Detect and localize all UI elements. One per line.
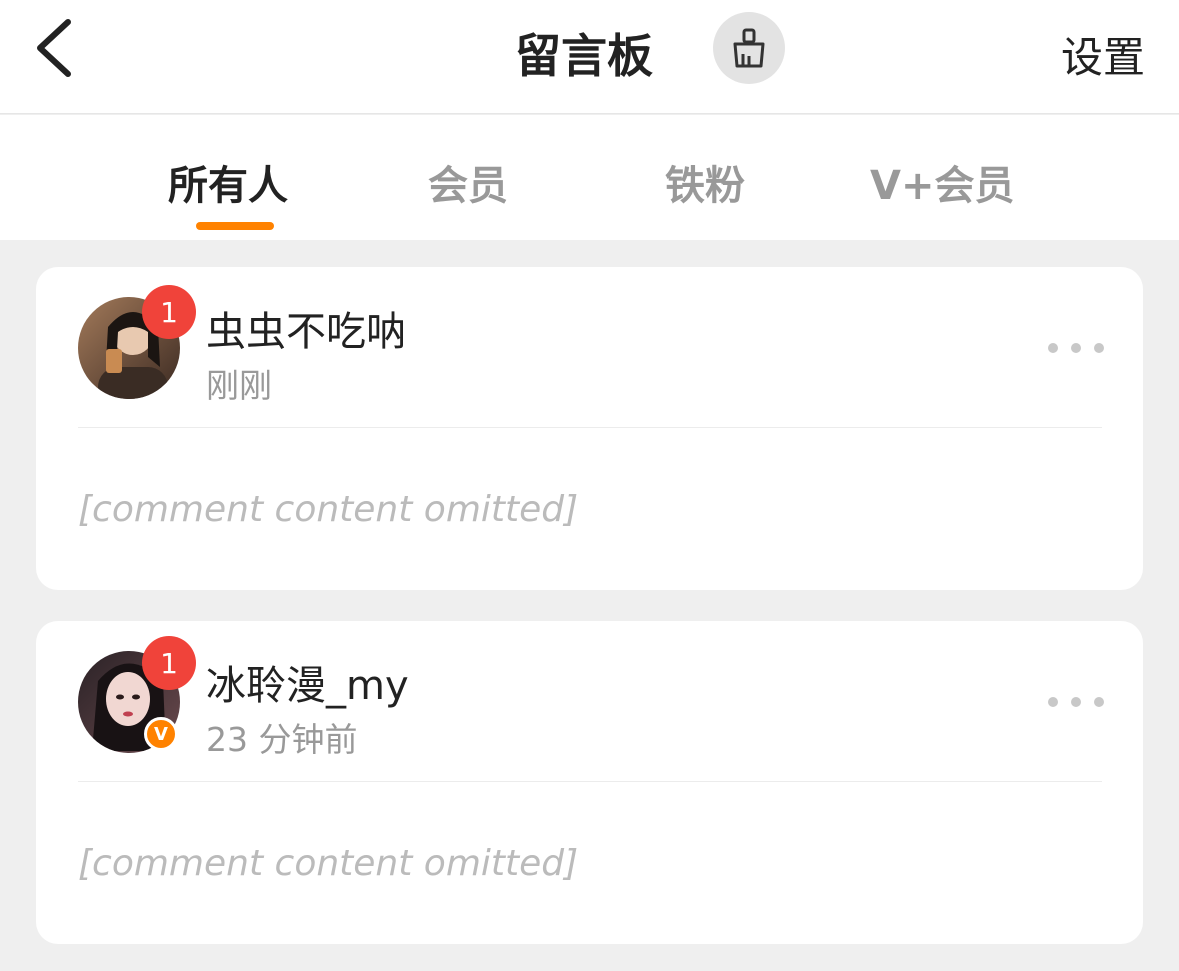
more-dot	[1048, 697, 1058, 707]
tab-fans[interactable]: 铁粉	[665, 153, 745, 211]
active-tab-indicator	[196, 222, 274, 230]
card-divider	[78, 781, 1102, 782]
card-divider	[78, 427, 1102, 428]
comment-time: 刚刚	[206, 366, 272, 405]
tab-all[interactable]: 所有人	[168, 153, 288, 211]
comment-card: 1 V 冰聆漫_my 23 分钟前 [comment content omitt…	[36, 621, 1143, 944]
broom-icon	[733, 28, 765, 68]
comment-body: [comment content omitted]	[78, 489, 579, 530]
verified-badge: V	[144, 717, 178, 751]
comment-author[interactable]: 虫虫不吃呐	[206, 299, 406, 357]
more-dot	[1048, 343, 1058, 353]
more-options-button[interactable]	[1048, 695, 1104, 709]
more-dot	[1094, 697, 1104, 707]
tab-vplus-members[interactable]: V+会员	[870, 153, 1014, 211]
tab-members[interactable]: 会员	[428, 153, 508, 211]
top-bar: 留言板 设置	[0, 0, 1179, 114]
more-dot	[1094, 343, 1104, 353]
page-title: 留言板	[515, 29, 653, 83]
settings-link[interactable]: 设置	[1061, 24, 1145, 85]
chevron-left-icon	[37, 19, 71, 77]
back-button[interactable]	[30, 16, 80, 80]
more-options-button[interactable]	[1048, 341, 1104, 355]
comment-card: 1 虫虫不吃呐 刚刚 [comment content omitted]	[36, 267, 1143, 590]
comment-time: 23 分钟前	[206, 720, 358, 759]
clear-button[interactable]	[713, 12, 785, 84]
more-dot	[1071, 343, 1081, 353]
comment-author[interactable]: 冰聆漫_my	[206, 653, 409, 711]
more-dot	[1071, 697, 1081, 707]
notification-badge: 1	[142, 636, 196, 690]
notification-badge: 1	[142, 285, 196, 339]
comment-body: [comment content omitted]	[78, 843, 579, 884]
filter-tabs: 所有人 会员 铁粉 V+会员	[0, 115, 1179, 240]
